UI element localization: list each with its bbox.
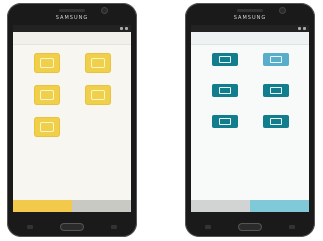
brand-logo: SAMSUNG [233, 15, 267, 21]
home-button[interactable] [61, 224, 83, 230]
menu-key-icon[interactable] [27, 225, 33, 229]
status-bar [191, 25, 309, 32]
back-key-icon[interactable] [289, 225, 295, 229]
speaker-grille [59, 9, 85, 12]
battery-icon [125, 27, 128, 30]
back-key-icon[interactable] [111, 225, 117, 229]
app-tile-grid [191, 53, 309, 128]
app-tile[interactable] [33, 53, 60, 73]
app-tile[interactable] [211, 53, 238, 66]
app-tile[interactable] [262, 84, 289, 97]
front-camera-icon [102, 8, 107, 13]
app-header [191, 32, 309, 45]
menu-key-icon[interactable] [205, 225, 211, 229]
app-header [13, 32, 131, 45]
bottom-bar [191, 200, 309, 212]
app-tile[interactable] [84, 85, 111, 105]
app-tile[interactable] [84, 53, 111, 73]
bottom-tab-primary[interactable] [13, 200, 72, 212]
signal-icon [120, 27, 123, 30]
right-phone-bottom-bezel [185, 212, 315, 237]
signal-icon [298, 27, 301, 30]
brand-logo: SAMSUNG [55, 15, 89, 21]
app-tile[interactable] [33, 117, 60, 137]
home-button[interactable] [239, 224, 261, 230]
left-phone-bottom-bezel [7, 212, 137, 237]
bottom-tab-secondary[interactable] [72, 200, 131, 212]
right-phone: SAMSUNG [185, 3, 315, 237]
app-tile[interactable] [262, 115, 289, 128]
empty-slot [85, 117, 111, 137]
status-bar [13, 25, 131, 32]
app-tile[interactable] [33, 85, 60, 105]
right-phone-screen [191, 25, 309, 212]
bottom-bar [13, 200, 131, 212]
speaker-grille [237, 9, 263, 12]
app-tile-grid [13, 53, 131, 137]
front-camera-icon [280, 8, 285, 13]
left-phone-screen [13, 25, 131, 212]
app-tile[interactable] [211, 84, 238, 97]
bottom-tab-primary[interactable] [191, 200, 250, 212]
app-tile[interactable] [211, 115, 238, 128]
bottom-tab-secondary[interactable] [250, 200, 309, 212]
left-phone: SAMSUNG [7, 3, 137, 237]
app-tile[interactable] [262, 53, 289, 66]
battery-icon [303, 27, 306, 30]
